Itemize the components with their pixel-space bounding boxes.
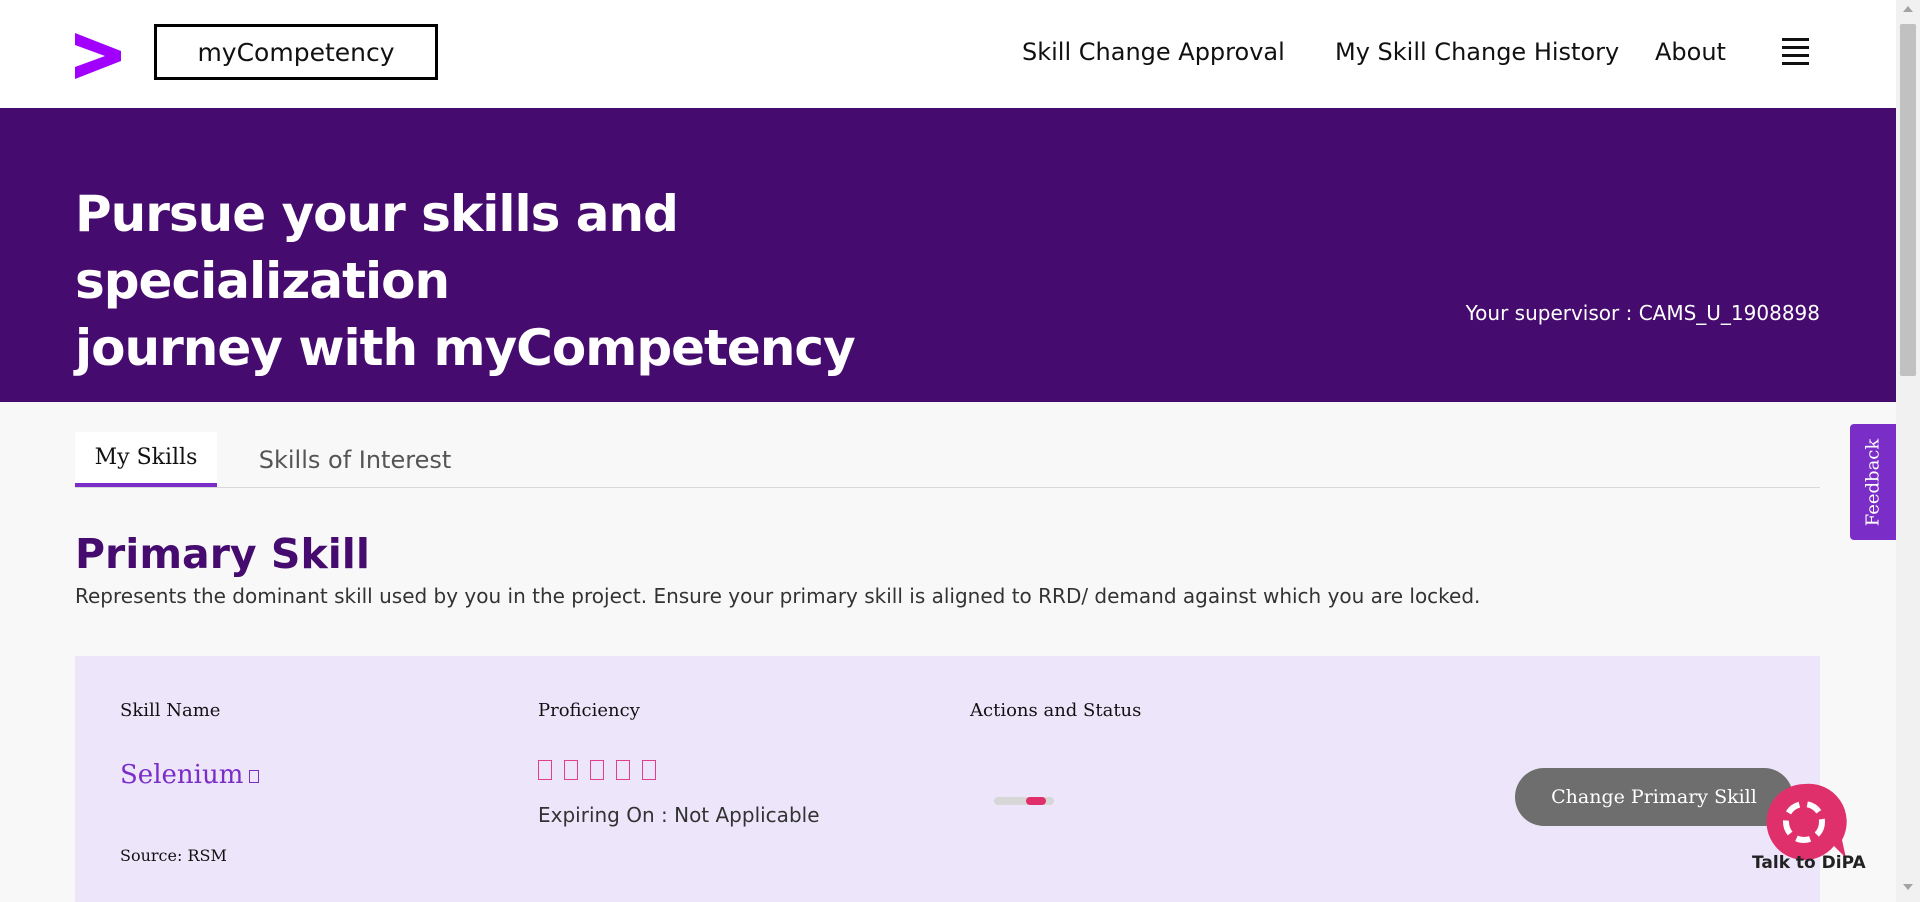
hero-banner: Pursue your skills and specialization jo… [0,108,1896,402]
nav-my-skill-change-history[interactable]: My Skill Change History [1335,38,1619,66]
section-description: Represents the dominant skill used by yo… [75,584,1481,608]
column-header-actions-status: Actions and Status [970,700,1142,721]
tab-divider [75,487,1820,488]
proficiency-stars [538,760,656,780]
expiry-text: Expiring On : Not Applicable [538,803,820,827]
info-icon[interactable] [249,769,260,783]
star-icon[interactable] [538,760,552,780]
hero-title: Pursue your skills and specialization jo… [75,181,1055,382]
scroll-down-arrow-icon[interactable] [1903,884,1913,890]
nav-about[interactable]: About [1655,38,1726,66]
accenture-logo-icon[interactable] [73,31,123,81]
supervisor-label: Your supervisor : CAMS_U_1908898 [1465,301,1820,325]
hamburger-menu-icon[interactable] [1782,38,1809,65]
feedback-tab[interactable]: Feedback [1850,424,1896,540]
scroll-up-arrow-icon[interactable] [1903,6,1913,12]
talk-to-dipa-label[interactable]: Talk to DiPA [1752,853,1866,873]
hero-title-line-1: Pursue your skills and specialization [75,185,679,310]
loading-indicator-fill [1026,797,1046,805]
top-header: myCompetency Skill Change Approval My Sk… [0,0,1896,108]
star-icon[interactable] [616,760,630,780]
star-icon[interactable] [590,760,604,780]
app-title[interactable]: myCompetency [154,24,438,80]
section-title: Primary Skill [75,530,370,578]
column-header-proficiency: Proficiency [538,700,640,721]
skill-name-text: Selenium [120,760,244,790]
skill-name-link[interactable]: Selenium [120,760,260,790]
star-icon[interactable] [564,760,578,780]
tab-skills-of-interest[interactable]: Skills of Interest [255,432,455,488]
nav-skill-change-approval[interactable]: Skill Change Approval [1022,38,1285,66]
loading-indicator [994,797,1054,805]
scrollbar-thumb[interactable] [1900,24,1916,376]
hero-title-line-2: journey with myCompetency [75,319,856,377]
star-icon[interactable] [642,760,656,780]
scrollbar[interactable] [1896,0,1920,902]
column-header-skill-name: Skill Name [120,700,221,721]
primary-skill-card: Skill Name Proficiency Actions and Statu… [75,656,1820,902]
feedback-label: Feedback [1862,438,1884,526]
skill-source: Source: RSM [120,846,227,865]
tab-my-skills[interactable]: My Skills [75,432,217,488]
